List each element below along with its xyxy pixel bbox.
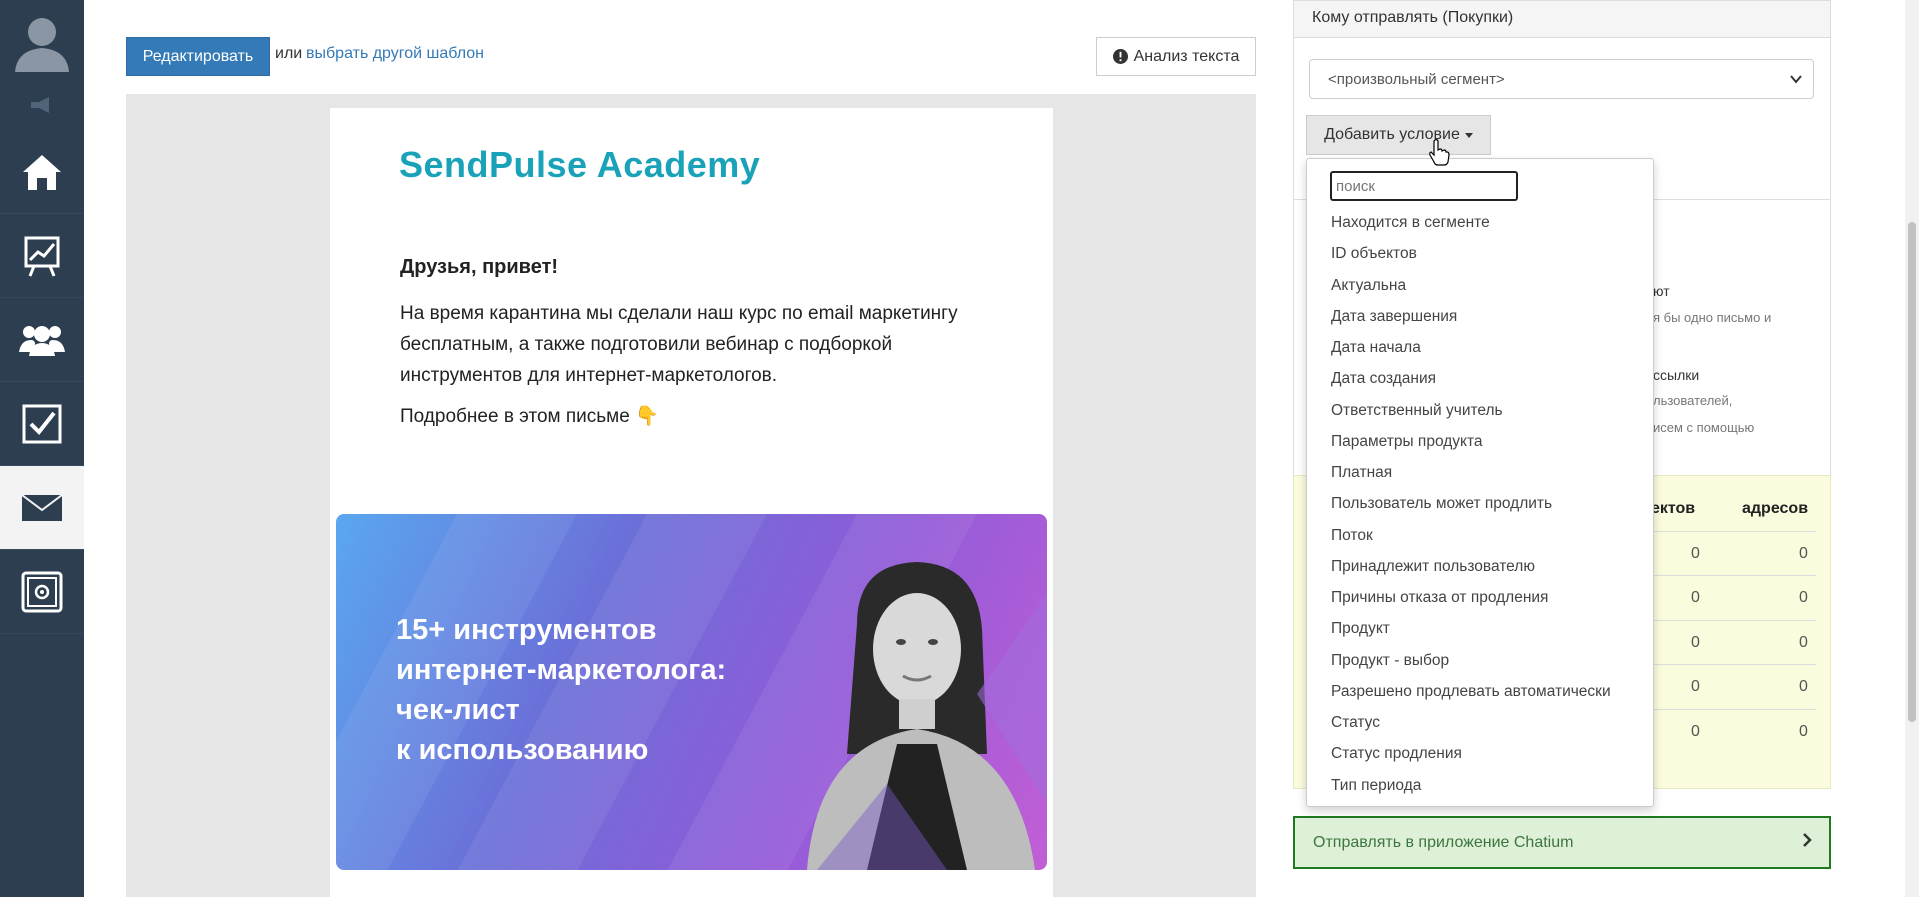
users-icon <box>19 325 65 356</box>
left-sidebar <box>0 0 84 897</box>
banner-line: чек-лист <box>396 694 520 726</box>
chevron-right-icon <box>1803 833 1812 847</box>
stats-cell: 0 <box>1799 723 1808 740</box>
banner-line: 15+ инструментов <box>396 614 657 646</box>
chatium-label: Отправлять в приложение Chatium <box>1313 833 1574 851</box>
condition-option[interactable]: Параметры продукта <box>1306 428 1654 459</box>
recipients-title: Кому отправлять (Покупки) <box>1312 9 1514 26</box>
collapse-toggle[interactable] <box>0 92 84 118</box>
bg-text: ссылки <box>1653 367 1700 383</box>
caret-down-icon <box>1464 132 1473 138</box>
condition-option[interactable]: ID объектов <box>1306 240 1654 271</box>
sidebar-item-stats[interactable] <box>0 214 84 298</box>
promo-banner: 15+ инструментов интернет-маркетолога: ч… <box>336 514 1047 870</box>
banner-line: интернет-маркетолога: <box>396 654 727 686</box>
condition-option[interactable]: Дата начала <box>1306 334 1654 365</box>
logo-text: SendPulse Academy <box>399 144 761 185</box>
letter-more-text: Подробнее в этом письме 👇 <box>400 406 659 427</box>
sidebar-item-tasks[interactable] <box>0 382 84 466</box>
stats-cell: 0 <box>1799 678 1808 695</box>
send-to-chatium-button[interactable]: Отправлять в приложение Chatium <box>1293 816 1831 869</box>
sidebar-item-safe[interactable] <box>0 550 84 634</box>
letter-greeting: Друзья, привет! <box>400 256 559 278</box>
segment-select-value: <произвольный сегмент> <box>1328 70 1505 88</box>
bg-text: исем с помощью <box>1653 420 1755 435</box>
safe-icon <box>21 571 63 612</box>
condition-option[interactable]: Дата завершения <box>1306 303 1654 334</box>
bg-text: льзователей, <box>1653 393 1733 408</box>
stats-column-header: ектов <box>1651 500 1696 517</box>
letter-paragraph: На время карантина мы сделали наш курс п… <box>400 303 958 386</box>
user-icon <box>15 18 69 72</box>
exclamation-circle-icon <box>1112 49 1128 64</box>
sidebar-item-mail[interactable] <box>0 466 84 550</box>
condition-option[interactable]: Причины отказа от продления <box>1306 584 1654 615</box>
stats-cell: 0 <box>1691 634 1700 651</box>
stats-column-header: адресов <box>1742 500 1809 517</box>
bg-text: ют <box>1653 283 1670 299</box>
divider <box>1640 709 1816 710</box>
text-analysis-label: Анализ текста <box>1133 47 1240 65</box>
condition-option[interactable]: Статус продления <box>1306 740 1654 771</box>
stats-cell: 0 <box>1799 589 1808 606</box>
condition-option[interactable]: Принадлежит пользователю <box>1306 553 1654 584</box>
hand-cursor-icon <box>1429 139 1450 166</box>
condition-option[interactable]: Тип периода <box>1306 772 1654 803</box>
stats-cell: 0 <box>1691 589 1700 606</box>
edit-button[interactable]: Редактировать <box>126 37 270 76</box>
condition-option[interactable]: Ответственный учитель <box>1306 397 1654 428</box>
stats-cell: 0 <box>1799 634 1808 651</box>
banner-title: 15+ инструментов интернет-маркетолога: ч… <box>396 610 796 770</box>
text-analysis-button[interactable]: Анализ текста <box>1096 37 1256 76</box>
segment-select[interactable]: <произвольный сегмент> <box>1309 59 1814 99</box>
condition-search-input[interactable] <box>1330 171 1518 201</box>
sidebar-item-home[interactable] <box>0 130 84 214</box>
divider <box>1640 664 1816 665</box>
chevron-down-icon <box>1790 75 1802 84</box>
add-condition-button[interactable]: Добавить условие <box>1306 115 1491 155</box>
avatar[interactable] <box>0 0 84 84</box>
condition-option[interactable]: Платная <box>1306 459 1654 490</box>
condition-option[interactable]: Дата создания <box>1306 365 1654 396</box>
mail-icon <box>21 493 63 521</box>
stats-cell: 0 <box>1691 545 1700 562</box>
chart-icon <box>24 236 60 277</box>
sidebar-item-users[interactable] <box>0 298 84 382</box>
condition-option[interactable]: Статус <box>1306 709 1654 740</box>
or-text: или <box>275 45 303 62</box>
person-photo <box>807 562 1047 870</box>
divider <box>1640 620 1816 621</box>
banner-line: к использованию <box>396 734 649 766</box>
condition-option[interactable]: Находится в сегменте <box>1306 209 1654 240</box>
megaphone-icon <box>31 97 49 113</box>
condition-option[interactable]: Продукт - выбор <box>1306 647 1654 678</box>
home-icon <box>23 154 61 190</box>
stats-cell: 0 <box>1799 545 1808 562</box>
stats-cell: 0 <box>1691 678 1700 695</box>
condition-option[interactable]: Продукт <box>1306 615 1654 646</box>
condition-option[interactable]: Поток <box>1306 522 1654 553</box>
bg-text: я бы одно письмо и <box>1653 310 1772 325</box>
condition-option[interactable]: Пользователь может продлить <box>1306 490 1654 521</box>
divider <box>1640 531 1816 532</box>
scrollbar-thumb[interactable] <box>1908 222 1916 722</box>
divider <box>1640 575 1816 576</box>
stats-cell: 0 <box>1691 723 1700 740</box>
sendpulse-logo: SendPulse Academy <box>399 144 760 186</box>
condition-list: Находится в сегменте ID объектов Актуаль… <box>1306 209 1654 803</box>
condition-option[interactable]: Актуальна <box>1306 272 1654 303</box>
condition-option[interactable]: Разрешено продлевать автоматически <box>1306 678 1654 709</box>
checkbox-icon <box>22 404 62 443</box>
choose-template-link[interactable]: выбрать другой шаблон <box>306 45 484 63</box>
